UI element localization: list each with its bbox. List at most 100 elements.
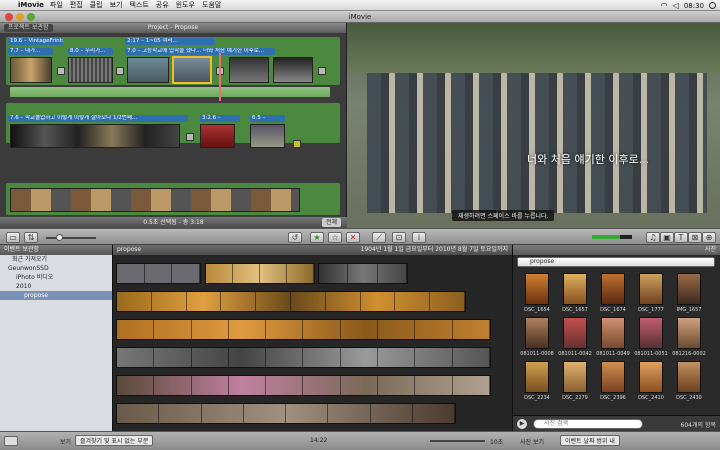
info-button[interactable]: i xyxy=(412,232,426,243)
spotlight-icon[interactable] xyxy=(709,2,716,9)
wifi-icon[interactable]: ◠ xyxy=(661,1,668,10)
menu-clip[interactable]: 클립 xyxy=(90,0,103,10)
event-clip-strip[interactable] xyxy=(116,403,456,424)
event-item-year[interactable]: 2010 xyxy=(0,282,112,291)
event-clip-strip[interactable] xyxy=(116,319,491,340)
map-browser-button[interactable]: ⊕ xyxy=(702,232,716,243)
photo-thumb[interactable] xyxy=(525,361,549,393)
video-clip-selected[interactable] xyxy=(172,56,212,84)
video-clip[interactable] xyxy=(250,124,285,148)
event-item-propose[interactable]: propose xyxy=(0,291,112,300)
menu-view[interactable]: 보기 xyxy=(110,0,123,10)
project-title: Project - Propose xyxy=(147,24,199,31)
video-clip-strip[interactable] xyxy=(10,124,180,148)
menu-window[interactable]: 윈도우 xyxy=(176,0,195,10)
photo-browser-button[interactable]: ▣ xyxy=(660,232,674,243)
theme-title[interactable]: 7.6 – 학교졸업하고 이렇게 이렇게 살아오다 1/2번째... xyxy=(8,115,188,122)
video-clip[interactable] xyxy=(229,57,269,83)
undo-button[interactable]: ↺ xyxy=(288,232,302,243)
photo-thumb[interactable] xyxy=(601,317,625,349)
photo-thumb[interactable] xyxy=(639,273,663,305)
video-clip-strip[interactable] xyxy=(10,188,300,212)
theme-title[interactable]: 7.7 – 내가... xyxy=(8,48,53,55)
reject-button[interactable]: ✕ xyxy=(346,232,360,243)
zoom-slider-knob[interactable] xyxy=(56,234,63,241)
video-clip[interactable] xyxy=(68,57,113,83)
show-filter-select[interactable]: 즐겨찾기 및 표시 없는 부분 xyxy=(75,435,154,446)
event-clip-strip[interactable] xyxy=(205,263,315,284)
event-item-recent[interactable]: 최근 가져오기 xyxy=(0,255,112,264)
album-select[interactable]: propose xyxy=(517,257,715,267)
transition-icon[interactable] xyxy=(57,67,65,75)
photo-thumb[interactable] xyxy=(563,273,587,305)
zoom-all-button[interactable]: 전체 xyxy=(321,218,341,227)
photo-thumb[interactable] xyxy=(639,361,663,393)
unmark-button[interactable]: ☆ xyxy=(328,232,342,243)
photo-thumb[interactable] xyxy=(525,273,549,305)
photo-thumb[interactable] xyxy=(563,317,587,349)
photo-label: DSC_1654 xyxy=(524,307,550,313)
title-browser-button[interactable]: T xyxy=(674,232,688,243)
event-clip-strip[interactable] xyxy=(116,291,466,312)
theme-title[interactable]: 8.0 – 우리가... xyxy=(68,48,113,55)
theme-title[interactable]: 2:17 – 1~05 여러... xyxy=(125,38,215,45)
pick-tool-button[interactable]: ⟋ xyxy=(372,232,386,243)
event-item-iphoto[interactable]: iPhoto 비디오 xyxy=(0,273,112,282)
transition-icon[interactable] xyxy=(293,140,301,148)
menu-file[interactable]: 파일 xyxy=(50,0,63,10)
crop-button[interactable]: ⊡ xyxy=(392,232,406,243)
theme-title[interactable]: 19.6 – VintageFrints xyxy=(8,38,63,45)
play-button[interactable]: ▶ xyxy=(517,419,527,429)
transition-icon[interactable] xyxy=(186,133,194,141)
minimize-button[interactable] xyxy=(16,13,24,21)
video-clip[interactable] xyxy=(10,57,52,83)
volume-icon[interactable]: ◁ xyxy=(673,1,679,10)
menu-edit[interactable]: 편집 xyxy=(70,0,83,10)
photo-thumb[interactable] xyxy=(601,361,625,393)
camera-import-button[interactable]: ▭ xyxy=(6,232,20,243)
music-browser-button[interactable]: ♫ xyxy=(646,232,660,243)
project-library-button[interactable]: 프로젝트 보관함 xyxy=(4,24,53,32)
video-viewer[interactable]: 너와 처음 얘기한 이후로... 재생하려면 스페이스 바를 누릅니다. xyxy=(347,23,720,228)
clock[interactable]: 08:30 xyxy=(684,2,704,10)
event-view-button[interactable] xyxy=(4,436,18,446)
event-clip-strip[interactable] xyxy=(116,347,491,368)
photo-thumb[interactable] xyxy=(601,273,625,305)
zoom-button[interactable] xyxy=(27,13,35,21)
close-button[interactable] xyxy=(5,13,13,21)
theme-title[interactable]: 7.0 – 고등학교에 입학을 했다... 너와 처음 얘기한 이후로... xyxy=(125,48,275,55)
photo-thumb[interactable] xyxy=(677,317,701,349)
theme-title[interactable]: 3:2.6 – xyxy=(200,115,240,122)
photo-thumb[interactable] xyxy=(639,317,663,349)
video-clip[interactable] xyxy=(127,57,169,83)
photo-thumb[interactable] xyxy=(563,361,587,393)
event-clip-strip[interactable] xyxy=(116,375,491,396)
event-clip-strip[interactable] xyxy=(318,263,408,284)
menu-help[interactable]: 도움말 xyxy=(202,0,221,10)
swap-panes-button[interactable]: ⇅ xyxy=(24,232,38,243)
photo-thumb[interactable] xyxy=(677,361,701,393)
video-clip[interactable] xyxy=(273,57,313,83)
zoom-slider[interactable] xyxy=(46,234,96,241)
event-item-drive[interactable]: GeunwonSSD xyxy=(0,264,112,273)
photo-view-checkbox[interactable]: 사진 보기 xyxy=(520,437,544,446)
theme-title[interactable]: 6.5 – xyxy=(250,115,285,122)
video-clip[interactable] xyxy=(200,124,235,148)
app-menu[interactable]: iMovie xyxy=(18,1,44,9)
transition-icon[interactable] xyxy=(318,67,326,75)
transition-icon[interactable] xyxy=(116,67,124,75)
photo-filter-select[interactable]: 이벤트 날짜 범위 내 xyxy=(560,435,620,446)
video-caption: 너와 처음 얘기한 이후로... xyxy=(527,153,650,166)
playhead[interactable] xyxy=(219,53,221,101)
photo-thumb[interactable] xyxy=(677,273,701,305)
event-clip-strip[interactable] xyxy=(116,263,201,284)
thumbnail-slider[interactable] xyxy=(430,440,485,442)
transition-browser-button[interactable]: ⊠ xyxy=(688,232,702,243)
photo-thumb[interactable] xyxy=(525,317,549,349)
photo-label: DSC_2279 xyxy=(562,395,588,401)
menu-text[interactable]: 텍스트 xyxy=(129,0,148,10)
photo-search-input[interactable]: 사진 검색 xyxy=(533,419,643,429)
project-header: 프로젝트 보관함 Project - Propose xyxy=(0,23,346,33)
menu-share[interactable]: 공유 xyxy=(156,0,169,10)
favorite-button[interactable]: ★ xyxy=(310,232,324,243)
